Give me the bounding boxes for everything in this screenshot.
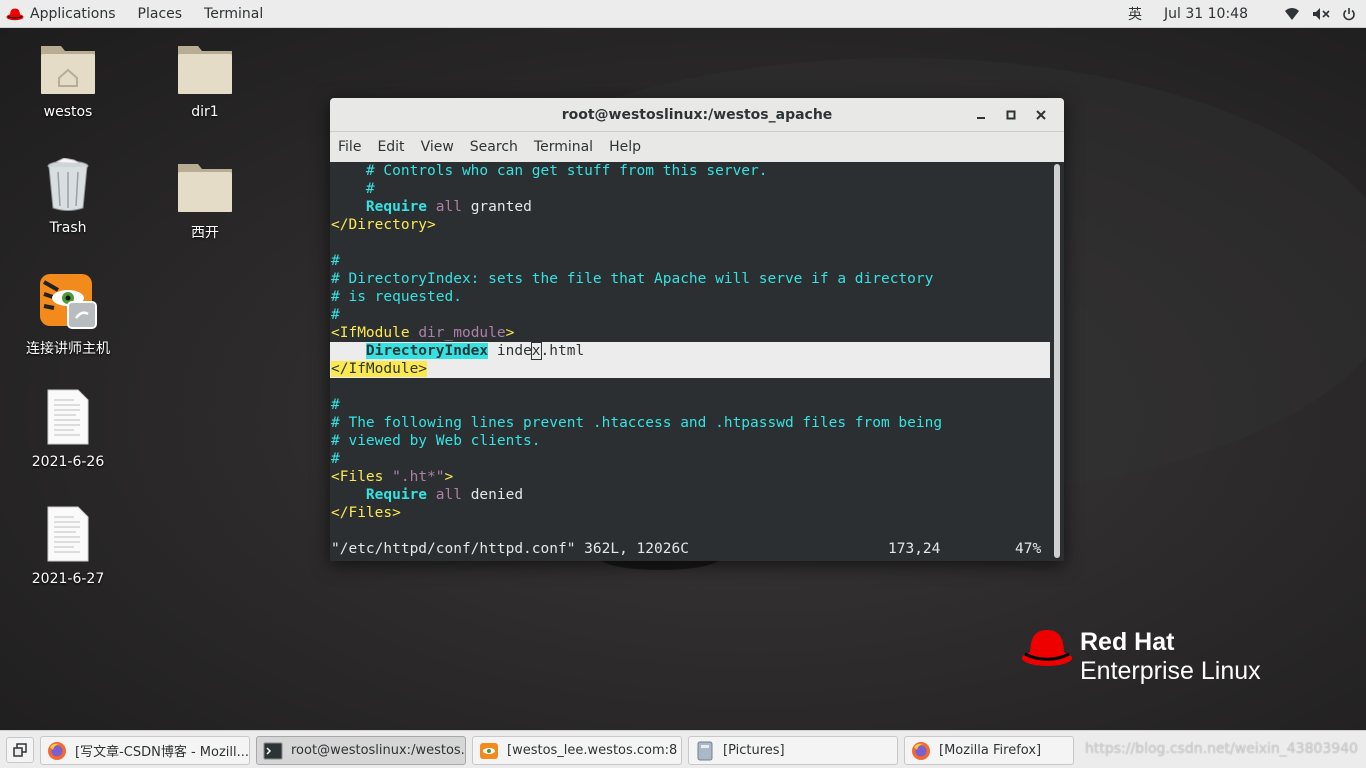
desktop-icon-label: Trash [49,220,87,236]
desktop-icon-westos[interactable]: westos [13,40,123,120]
desktop-icon-label: westos [43,104,93,120]
close-button[interactable] [1026,100,1056,130]
menu-terminal[interactable]: Terminal [526,139,601,155]
terminal-scrollbar[interactable] [1054,164,1060,558]
logo-line2: Enterprise Linux [1080,657,1261,685]
code-line: # is requested. [331,289,462,305]
desktop-icon-label: dir1 [191,104,219,120]
code-line-highlighted: </IfModule> [330,360,1050,378]
maximize-icon [1006,110,1016,120]
desktop-icon-dir1[interactable]: dir1 [150,40,260,120]
desktop-icon-doc-0627[interactable]: 2021-6-27 [13,505,123,587]
taskbar-item-label: [Mozilla Firefox] [939,743,1042,758]
menu-edit[interactable]: Edit [369,139,412,155]
applications-menu[interactable]: Applications [0,0,127,28]
taskbar-item-pictures[interactable]: [Pictures] [688,736,898,765]
desktop-icon-trash[interactable]: Trash [13,157,123,236]
terminal-icon [263,741,283,761]
logo-line1: Red Hat [1080,628,1175,656]
folder-icon [178,164,232,212]
taskbar-item-label: [Pictures] [723,743,785,758]
code-line: # [331,397,340,413]
firefox-icon [47,741,67,761]
code-line: # [331,181,375,197]
menu-file[interactable]: File [330,139,369,155]
desktop-icon-label: 2021-6-27 [31,571,105,587]
watermark: https://blog.csdn.net/weixin_43803940 [1085,741,1359,757]
menu-search[interactable]: Search [462,139,526,155]
taskbar: [写文章-CSDN博客 - Mozill... root@westoslinux… [0,730,1366,768]
wifi-icon[interactable] [1278,7,1306,21]
redhat-logo: Red Hat Enterprise Linux [1020,628,1261,686]
applications-label: Applications [30,5,116,22]
desktop-icon-xikai[interactable]: 西开 [150,158,260,242]
code-line: </Directory> [331,217,436,233]
terminal-titlebar[interactable]: root@westoslinux:/westos_apache [330,98,1064,132]
terminal-content[interactable]: # Controls who can get stuff from this s… [330,162,1052,561]
terminal-menubar: File Edit View Search Terminal Help [330,132,1064,162]
status-file: "/etc/httpd/conf/httpd.conf" 362L, 12026… [331,541,689,557]
desktop-icon-label: 西开 [191,225,219,241]
home-folder-icon [41,46,95,94]
code-line: <IfModule dir_module> [331,325,515,341]
code-line: # [331,253,340,269]
code-line: Require all granted [365,199,532,215]
code-line: # viewed by Web clients. [331,433,541,449]
show-desktop-button[interactable] [6,737,34,763]
document-icon [47,389,89,445]
desktop-icon-label: 连接讲师主机 [26,341,110,357]
file-manager-icon [695,741,715,761]
input-method-indicator[interactable]: 英 [1122,4,1158,24]
code-line: </Files> [331,505,401,521]
minimize-icon [977,117,985,119]
minimize-button[interactable] [966,100,996,130]
maximize-button[interactable] [996,100,1026,130]
code-line: Require all denied [365,487,524,503]
remote-viewer-icon [40,274,97,329]
code-line: # [331,451,340,467]
document-icon [47,506,89,562]
taskbar-item-label: [写文章-CSDN博客 - Mozill... [75,745,250,760]
code-line-highlighted: DirectoryIndex index.html [330,342,1050,360]
folder-icon [178,46,232,94]
remote-viewer-icon [479,741,499,761]
taskbar-item-firefox-csdn[interactable]: [写文章-CSDN博客 - Mozill... [40,736,250,765]
terminal-app-menu[interactable]: Terminal [193,0,274,28]
status-percent: 47% [1015,541,1042,557]
places-menu[interactable]: Places [127,0,194,28]
redhat-hat-icon [1022,630,1072,666]
clock[interactable]: Jul 31 10:48 [1158,6,1278,22]
terminal-window[interactable]: root@westoslinux:/westos_apache File Edi… [330,98,1064,561]
window-title: root@westoslinux:/westos_apache [561,106,833,123]
volume-muted-icon[interactable] [1306,7,1336,21]
code-line: # Controls who can get stuff from this s… [331,163,768,179]
taskbar-item-remote-viewer[interactable]: [westos_lee.westos.com:8 ... [472,736,682,765]
top-bar: Applications Places Terminal 英 Jul 31 10… [0,0,1366,28]
desktop-icon-connect-teacher[interactable]: 连接讲师主机 [13,272,123,358]
status-position: 173,24 [888,541,941,557]
taskbar-item-label: [westos_lee.westos.com:8 ... [507,743,682,758]
desktop-icon-label: 2021-6-26 [31,454,105,470]
redhat-hat-icon [6,8,24,20]
power-icon[interactable] [1336,7,1366,21]
vim-status-line: "/etc/httpd/conf/httpd.conf" 362L, 12026… [330,540,1052,558]
text-cursor: x [530,342,542,360]
trash-icon [47,157,89,211]
menu-view[interactable]: View [413,139,462,155]
taskbar-item-label: root@westoslinux:/westos... [291,743,466,758]
code-line: <Files ".ht*"> [331,469,454,485]
taskbar-item-firefox[interactable]: [Mozilla Firefox] [904,736,1074,765]
close-icon [1036,110,1046,120]
desktop-icon-doc-0626[interactable]: 2021-6-26 [13,388,123,470]
code-line: # The following lines prevent .htaccess … [331,415,943,431]
firefox-icon [911,741,931,761]
code-line: # [331,307,340,323]
taskbar-item-terminal[interactable]: root@westoslinux:/westos... [256,736,466,765]
show-desktop-icon [13,743,27,757]
code-line: # DirectoryIndex: sets the file that Apa… [331,271,934,287]
menu-help[interactable]: Help [601,139,649,155]
